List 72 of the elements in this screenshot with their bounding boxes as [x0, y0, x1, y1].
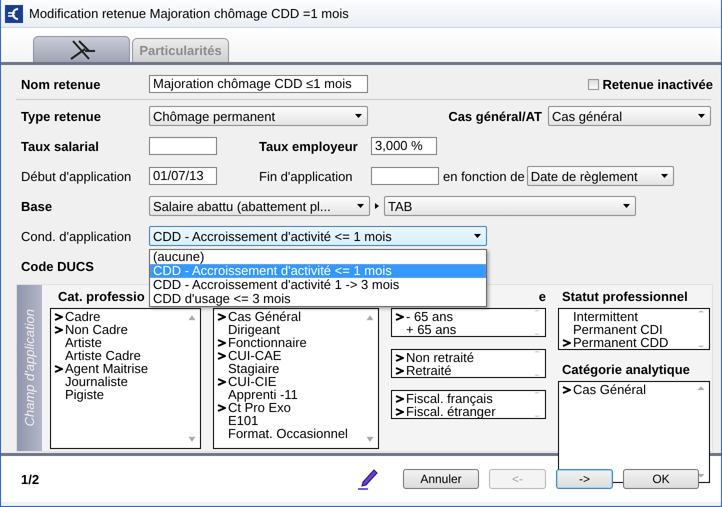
- list-item[interactable]: Pigiste: [51, 388, 184, 401]
- list-item[interactable]: Dirigeant: [214, 323, 362, 336]
- list-item[interactable]: Ct Pro Exo: [214, 401, 362, 414]
- field-label: Nom retenue: [21, 76, 102, 92]
- page-indicator: 1/2: [21, 472, 40, 486]
- list-item[interactable]: Apprenti -11: [214, 388, 362, 401]
- field-label: Début d'application: [21, 168, 132, 184]
- list-item[interactable]: Cas Général: [559, 383, 693, 396]
- list-item[interactable]: Cas Général: [214, 310, 362, 323]
- field-label: Taux salarial: [21, 138, 100, 154]
- input-field[interactable]: 3,000 %: [371, 137, 437, 155]
- field-label: en fonction de: [443, 168, 525, 184]
- dropdown[interactable]: Date de règlement: [526, 166, 674, 186]
- caret-icon: [623, 204, 630, 208]
- caret-icon: [355, 114, 362, 118]
- dropdown[interactable]: TAB: [384, 196, 636, 216]
- dropdown[interactable]: Chômage permanent: [149, 106, 368, 126]
- pencil-icon[interactable]: [357, 468, 379, 490]
- list-item[interactable]: Format. Occasionnel: [214, 427, 362, 440]
- list-item[interactable]: Permanent CDI: [559, 323, 693, 336]
- list-item[interactable]: CUI-CAE: [214, 349, 362, 362]
- list-item[interactable]: CUI-CIE: [214, 375, 362, 388]
- input-field[interactable]: [371, 167, 439, 185]
- dropdown-option[interactable]: CDD - Accroissement d'activité 1 -> 3 mois: [150, 278, 486, 292]
- list-item[interactable]: Cadre: [51, 310, 184, 323]
- list-item[interactable]: - 65 ans: [392, 310, 529, 323]
- list-header: Catégorie analytique: [562, 362, 690, 379]
- app-icon: [5, 4, 23, 22]
- list-item[interactable]: Journaliste: [51, 375, 184, 388]
- field-label: Base: [21, 198, 54, 214]
- caret-icon: [474, 234, 481, 238]
- tab[interactable]: [33, 36, 130, 62]
- input-field[interactable]: Majoration chômage CDD ≤1 mois: [149, 75, 368, 93]
- list-item[interactable]: Artiste Cadre: [51, 349, 184, 362]
- list-item[interactable]: Retraité: [392, 364, 529, 377]
- caret-icon: [698, 114, 705, 118]
- field-label: Taux employeur: [259, 138, 359, 154]
- list-item[interactable]: Artiste: [51, 336, 184, 349]
- list-item[interactable]: Fiscal. français: [392, 392, 529, 405]
- list-header: Statut professionnel: [562, 289, 688, 306]
- dropdown[interactable]: Cas général: [548, 106, 711, 126]
- caret-icon: [660, 174, 668, 178]
- dropdown[interactable]: Salaire abattu (abattement pl...: [149, 196, 370, 216]
- field-label: Fin d'application: [259, 168, 354, 184]
- dropdown-option[interactable]: (aucune): [150, 250, 486, 264]
- list-item[interactable]: E101: [214, 414, 362, 427]
- input-field[interactable]: [149, 137, 217, 155]
- field-label: Type retenue: [21, 108, 102, 124]
- list-header: Cat. professio: [58, 289, 145, 306]
- list-item[interactable]: Agent Maitrise: [51, 362, 184, 375]
- caret-icon: [357, 204, 364, 208]
- field-label: Cond. d'application: [21, 228, 132, 244]
- list-item[interactable]: Stagiaire: [214, 362, 362, 375]
- group-title: Champ d'application: [22, 309, 37, 427]
- list-item[interactable]: Fonctionnaire: [214, 336, 362, 349]
- window-title: Modification retenue Majoration chômage CDD =1 mois: [29, 6, 349, 21]
- list-item[interactable]: + 65 ans: [392, 323, 529, 336]
- list-item[interactable]: Permanent CDD: [559, 336, 693, 349]
- dropdown[interactable]: CDD - Accroissement d'activité <= 1 mois: [149, 226, 487, 246]
- checkbox[interactable]: Retenue inactivée: [588, 76, 713, 92]
- list-item[interactable]: Intermittent: [559, 310, 693, 323]
- field-label: Cas général/AT: [448, 108, 542, 124]
- list-item[interactable]: Non Cadre: [51, 323, 184, 336]
- input-field[interactable]: 01/07/13: [149, 167, 217, 185]
- button[interactable]: OK: [623, 469, 699, 489]
- dropdown-option[interactable]: CDD d'usage <= 3 mois: [150, 292, 486, 306]
- list-item[interactable]: Non retraité: [392, 351, 529, 364]
- list-item[interactable]: Fiscal. étranger: [392, 405, 529, 418]
- button[interactable]: ->: [556, 469, 613, 489]
- button[interactable]: Annuler: [403, 469, 479, 489]
- list-header: e: [538, 289, 546, 306]
- field-label: Code DUCS: [21, 258, 95, 274]
